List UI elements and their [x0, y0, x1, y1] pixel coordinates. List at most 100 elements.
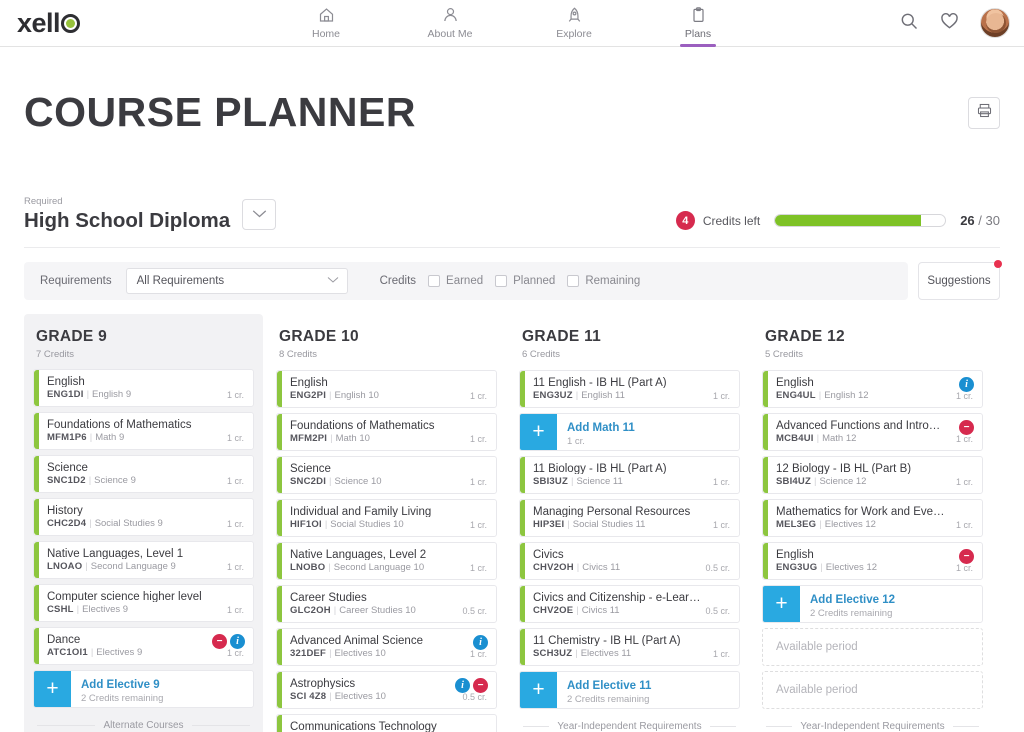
course-card[interactable]: 12 Biology - IB HL (Part B) SBI4UZ | Scienc…: [762, 456, 983, 494]
course-card[interactable]: Career Studies GLC2OH | Career Studies 10 0.…: [276, 585, 497, 623]
course-card[interactable]: Managing Personal Resources HIP3EI | Social…: [519, 499, 740, 537]
course-card[interactable]: Science SNC1D2 | Science 91 cr.: [33, 455, 254, 493]
meta-separator: |: [324, 519, 328, 530]
course-card[interactable]: 11 Biology - IB HL (Part A) SBI3UZ | Scienc…: [519, 456, 740, 494]
course-card-badges: i: [473, 635, 488, 650]
grade-column: GRADE 12 5 Credits English ENG4UL | English 1…: [753, 314, 992, 732]
nav-item-home[interactable]: Home: [290, 0, 362, 47]
checkbox-earned-box[interactable]: [428, 275, 441, 287]
print-button[interactable]: [968, 96, 1000, 129]
info-badge-icon[interactable]: i: [473, 635, 488, 650]
checkbox-remaining-label: Remaining: [585, 275, 641, 287]
credits-ratio: 26 / 30: [960, 213, 1000, 228]
minus-badge-icon[interactable]: −: [959, 420, 974, 435]
course-card[interactable]: Computer science higher level CSHL | Electi…: [33, 584, 254, 622]
minus-badge-icon[interactable]: −: [212, 634, 227, 649]
course-subject: Electives 10: [334, 648, 386, 659]
add-course-card[interactable]: + Add Elective 11 2 Credits remaining: [519, 671, 740, 709]
info-badge-icon[interactable]: i: [230, 634, 245, 649]
checkbox-earned[interactable]: Earned: [428, 275, 483, 287]
suggestions-button[interactable]: Suggestions: [918, 260, 1002, 300]
course-card[interactable]: English ENG4UL | English 12 1 cr. i: [762, 370, 983, 408]
credits-filters: Credits Earned Planned Remaining: [380, 275, 640, 287]
course-meta: MEL3EG | Electives 12: [776, 519, 974, 531]
course-subject: English 9: [92, 389, 132, 400]
add-card-text: Add Elective 11 2 Credits remaining: [557, 672, 651, 708]
course-card[interactable]: Civics CHV2OH | Civics 11 0.5 cr.: [519, 542, 740, 580]
course-card[interactable]: 11 Chemistry - IB HL (Part A) SCH3UZ | Elec…: [519, 628, 740, 666]
add-course-card[interactable]: + Add Math 11 1 cr.: [519, 413, 740, 451]
course-credit: 1 cr.: [469, 563, 487, 573]
course-card[interactable]: Advanced Animal Science 321DEF | Electives …: [276, 628, 497, 666]
course-card[interactable]: Foundations of Mathematics MFM1P6 | Math 91…: [33, 412, 254, 450]
minus-badge-icon[interactable]: −: [959, 549, 974, 564]
user-avatar[interactable]: [980, 8, 1010, 38]
available-period-slot[interactable]: Available period: [762, 628, 983, 666]
course-name: 11 Chemistry - IB HL (Part A): [533, 635, 681, 646]
course-code: MEL3EG: [776, 519, 817, 530]
nav-item-explore[interactable]: Explore: [538, 0, 610, 47]
course-meta: HIF1OI | Social Studies 10: [290, 519, 488, 531]
search-icon[interactable]: [899, 11, 919, 36]
add-card-subtitle: 2 Credits remaining: [567, 694, 650, 705]
meta-separator: |: [816, 433, 820, 444]
info-badge-icon[interactable]: i: [455, 678, 470, 693]
credits-ratio-separator: /: [978, 213, 982, 228]
xello-logo[interactable]: xell: [17, 8, 81, 39]
course-card[interactable]: English ENG3UG | Electives 12 1 cr. −: [762, 542, 983, 580]
course-card[interactable]: 11 English - IB HL (Part A) ENG3UZ | Englis…: [519, 370, 740, 408]
rocket-icon: [565, 5, 584, 26]
course-card[interactable]: Dance ATC1OI1 | Electives 9 1 cr. − i: [33, 627, 254, 665]
course-card[interactable]: Science SNC2DI | Science 10 1 cr.: [276, 456, 497, 494]
course-card[interactable]: Astrophysics SCI 4Z8 | Electives 10 0.5 cr. i…: [276, 671, 497, 709]
course-card[interactable]: Individual and Family Living HIF1OI | Socia…: [276, 499, 497, 537]
course-code: CSHL: [47, 604, 74, 615]
add-course-card[interactable]: + Add Elective 12 2 Credits remaining: [762, 585, 983, 623]
course-card[interactable]: English ENG2PI | English 10 1 cr.: [276, 370, 497, 408]
course-name: Astrophysics: [290, 678, 356, 689]
course-card[interactable]: Native Languages, Level 1 LNOAO | Second La…: [33, 541, 254, 579]
course-card[interactable]: Mathematics for Work and Every... MEL3EG |…: [762, 499, 983, 537]
heart-icon[interactable]: [939, 11, 960, 36]
checkbox-remaining-box[interactable]: [567, 275, 580, 287]
course-name: Foundations of Mathematics: [47, 419, 192, 430]
course-credit: 1 cr.: [226, 605, 244, 615]
add-card-title: Add Elective 12: [810, 594, 896, 606]
nav-item-plans[interactable]: Plans: [662, 0, 734, 47]
home-icon: [317, 5, 336, 26]
plus-icon: +: [763, 586, 800, 622]
credits-left-badge: 4: [675, 211, 695, 230]
checkbox-planned-box[interactable]: [495, 275, 508, 287]
available-period-slot[interactable]: Available period: [762, 671, 983, 709]
course-credit: 1 cr.: [469, 391, 487, 401]
add-course-card[interactable]: + Add Elective 9 2 Credits remaining: [33, 670, 254, 708]
course-card[interactable]: Communications TechnologyTGJ2OI|Elective…: [276, 714, 497, 732]
checkbox-remaining[interactable]: Remaining: [567, 275, 640, 287]
course-card[interactable]: History CHC2D4 | Social Studies 91 cr.: [33, 498, 254, 536]
course-name: Career Studies: [290, 592, 367, 603]
nav-item-about-me[interactable]: About Me: [414, 0, 486, 47]
info-badge-icon[interactable]: i: [959, 377, 974, 392]
course-credit: 1 cr.: [955, 434, 973, 444]
course-card[interactable]: Foundations of Mathematics MFM2PI | Math 10…: [276, 413, 497, 451]
course-name: Native Languages, Level 2: [290, 549, 427, 560]
course-card[interactable]: Advanced Functions and Introdu... MCB4UI |…: [762, 413, 983, 451]
grade-title: GRADE 9: [36, 328, 108, 345]
course-card[interactable]: English ENG1DI | English 91 cr.: [33, 369, 254, 407]
course-credit: 1 cr.: [469, 477, 487, 487]
requirements-select[interactable]: All Requirements: [125, 268, 348, 294]
plan-header-row: Required High School Diploma 4 Credits l…: [24, 196, 1000, 248]
meta-separator: |: [329, 390, 332, 401]
checkbox-planned[interactable]: Planned: [495, 275, 555, 287]
course-code: HIP3EI: [533, 519, 565, 530]
plan-dropdown-button[interactable]: [242, 199, 277, 230]
credits-total: 30: [985, 213, 1000, 228]
course-card[interactable]: Civics and Citizenship - e-Learni... CHV2…: [519, 585, 740, 623]
section-divider: Year-Independent Requirements: [766, 721, 979, 732]
minus-badge-icon[interactable]: −: [473, 678, 488, 693]
course-name: History: [47, 505, 83, 516]
course-meta: ENG1DI | English 9: [47, 389, 245, 401]
course-card[interactable]: Native Languages, Level 2 LNOBO | Second La…: [276, 542, 497, 580]
course-meta: SNC1D2 | Science 9: [47, 475, 245, 487]
course-subject: Science 12: [819, 476, 867, 487]
